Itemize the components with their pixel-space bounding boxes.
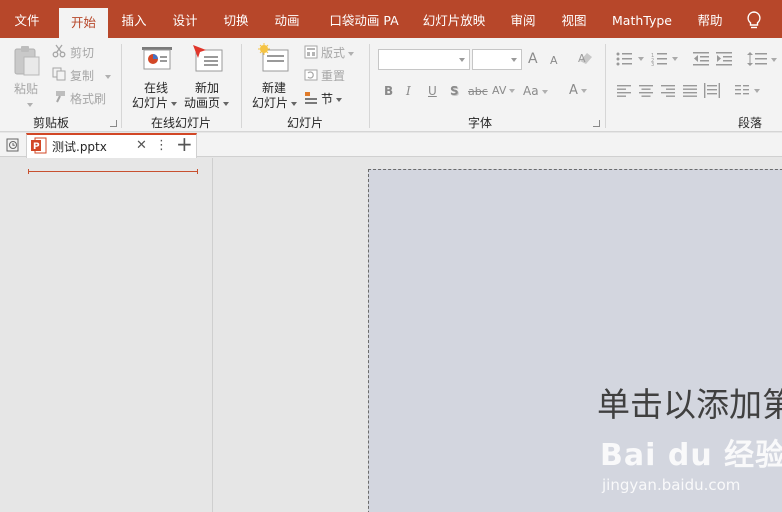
align-right-icon[interactable] (661, 85, 675, 100)
decrease-indent-icon[interactable] (693, 52, 709, 69)
online-slides-group-label: 在线幻灯片 (151, 116, 212, 130)
new-slide-icon[interactable] (258, 43, 290, 76)
slide-thumbnail-pane[interactable] (0, 158, 213, 512)
paragraph-group-label: 段落 (738, 116, 763, 130)
slides-group-label: 幻灯片 (287, 116, 324, 130)
increase-indent-icon[interactable] (716, 52, 732, 69)
paste-dropdown[interactable] (24, 97, 33, 111)
paste-button[interactable]: 粘贴 (14, 80, 38, 97)
close-tab-icon[interactable]: ✕ (136, 138, 147, 153)
menu-help[interactable]: 帮助 (690, 0, 730, 38)
svg-text:P: P (33, 142, 40, 152)
group-separator (369, 44, 370, 128)
copy-dropdown[interactable] (102, 69, 111, 83)
cut-button[interactable]: 剪切 (70, 44, 94, 61)
insertion-marker (28, 171, 198, 172)
shrink-font-button[interactable]: A (550, 54, 558, 67)
menu-transitions[interactable]: 切换 (216, 0, 256, 38)
menu-pocket-animation[interactable]: 口袋动画 PA (322, 0, 406, 38)
group-separator (605, 44, 606, 128)
title-placeholder[interactable]: 单击以添加第 (597, 378, 782, 426)
font-group-label: 字体 (468, 116, 493, 130)
insertion-marker-left-cap (28, 169, 29, 174)
section-label: 节 (321, 92, 334, 106)
document-tab[interactable]: P 测试.pptx ✕ ⋮ (26, 133, 197, 158)
bold-button[interactable]: B (384, 84, 393, 98)
reset-icon[interactable] (304, 68, 318, 85)
format-painter-button[interactable]: 格式刷 (70, 90, 106, 107)
svg-text:3: 3 (651, 62, 654, 66)
layout-icon[interactable] (304, 45, 318, 62)
section-icon[interactable] (304, 91, 318, 108)
menu-mathtype[interactable]: MathType (606, 0, 678, 38)
columns-icon[interactable] (735, 85, 765, 100)
layout-button[interactable]: 版式 (321, 44, 355, 61)
menu-insert[interactable]: 插入 (114, 0, 154, 38)
font-size-combo[interactable] (472, 49, 522, 70)
grow-font-button[interactable]: A (528, 51, 538, 67)
new-slide-label-2: 幻灯片 (252, 96, 289, 110)
menu-bar: 文件 开始 插入 设计 切换 动画 口袋动画 PA 幻灯片放映 审阅 视图 Ma… (0, 0, 782, 38)
scissors-icon[interactable] (52, 44, 66, 61)
strikethrough-button[interactable]: abc (468, 85, 488, 98)
powerpoint-file-icon: P (31, 137, 47, 157)
bullets-icon[interactable] (616, 52, 646, 69)
underline-button[interactable]: U (428, 84, 437, 98)
align-left-icon[interactable] (617, 85, 631, 100)
menu-animations[interactable]: 动画 (267, 0, 307, 38)
character-spacing-button[interactable]: AV (492, 84, 516, 97)
document-tab-filename: 测试.pptx (52, 140, 107, 154)
new-animation-page-button[interactable]: 动画页 (184, 94, 230, 111)
new-animation-label-2: 动画页 (184, 96, 221, 110)
menu-home[interactable]: 开始 (59, 8, 108, 38)
italic-button[interactable]: I (406, 84, 411, 98)
clipboard-group-label: 剪贴板 (33, 116, 70, 130)
numbering-icon[interactable]: 123 (651, 52, 681, 69)
clear-formatting-icon[interactable]: A (577, 51, 595, 70)
group-separator (121, 44, 122, 128)
format-painter-icon[interactable] (52, 90, 66, 107)
font-name-combo[interactable] (378, 49, 470, 70)
document-tab-bar: P 测试.pptx ✕ ⋮ + (0, 132, 782, 158)
new-slide-button[interactable]: 幻灯片 (252, 94, 298, 111)
reset-button[interactable]: 重置 (321, 67, 345, 84)
change-case-label: Aa (523, 84, 539, 98)
insertion-marker-right-cap (197, 169, 198, 174)
ribbon: 粘贴 剪切 复制 格式刷 剪贴板 在线 幻灯片 新加 动画页 在线幻灯片 新建 … (0, 38, 782, 132)
menu-view[interactable]: 视图 (554, 0, 594, 38)
line-spacing-icon[interactable] (747, 51, 777, 70)
font-launcher[interactable] (593, 120, 600, 127)
layout-label: 版式 (321, 46, 346, 60)
new-animation-page-icon[interactable] (192, 44, 224, 77)
baidu-watermark-logo: Bai du 经验 (600, 438, 782, 473)
copy-button[interactable]: 复制 (70, 67, 94, 84)
tab-more-icon[interactable]: ⋮ (155, 138, 168, 153)
tab-history-icon[interactable] (5, 137, 21, 156)
lightbulb-icon[interactable] (745, 10, 763, 33)
group-separator (241, 44, 242, 128)
distributed-icon[interactable] (704, 83, 720, 101)
online-slide-icon[interactable] (141, 46, 173, 77)
menu-file[interactable]: 文件 (0, 0, 54, 38)
baidu-watermark-url: jingyan.baidu.com (602, 476, 741, 494)
justify-icon[interactable] (683, 85, 697, 100)
menu-slideshow[interactable]: 幻灯片放映 (418, 0, 490, 38)
online-slide-label-2: 幻灯片 (132, 96, 169, 110)
menu-review[interactable]: 审阅 (503, 0, 543, 38)
align-center-icon[interactable] (639, 85, 653, 100)
online-slide-button[interactable]: 幻灯片 (132, 94, 178, 111)
character-spacing-label: AV (492, 84, 507, 97)
svg-text:A: A (578, 52, 586, 65)
section-button[interactable]: 节 (321, 90, 343, 107)
font-color-label: A (569, 83, 578, 98)
change-case-button[interactable]: Aa (523, 84, 548, 98)
menu-design[interactable]: 设计 (165, 0, 205, 38)
clipboard-launcher[interactable] (110, 120, 117, 127)
text-shadow-button[interactable]: S (450, 84, 459, 98)
add-tab-icon[interactable]: + (176, 132, 193, 156)
copy-icon[interactable] (52, 67, 66, 84)
font-color-button[interactable]: A (569, 83, 587, 98)
paste-icon[interactable] (12, 44, 42, 81)
